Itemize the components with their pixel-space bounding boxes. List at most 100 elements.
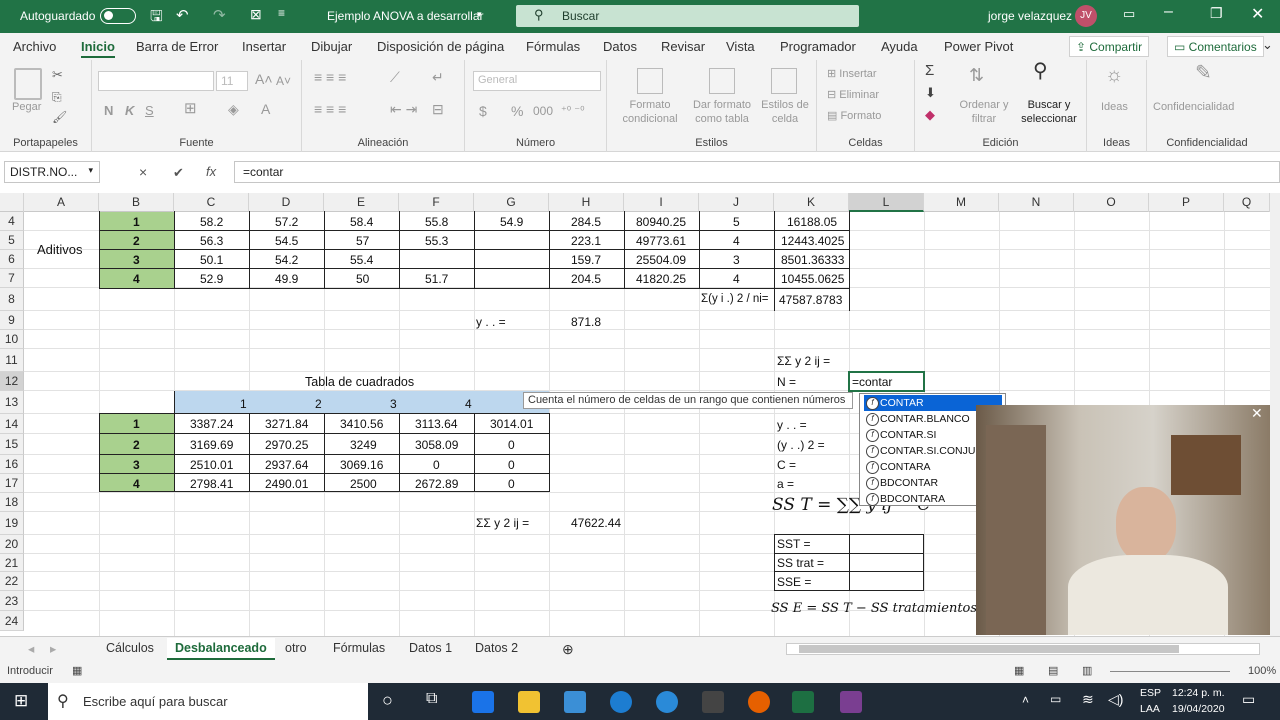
orientation-icon[interactable]: ⟋ [390,70,400,84]
cell-styles-icon[interactable] [771,68,797,94]
align-top-icon[interactable]: ≡ ≡ ≡ [314,70,346,84]
autosave-toggle[interactable] [100,8,136,24]
sheet-tab[interactable]: Cálculos [106,641,154,655]
sheet-tab[interactable]: Datos 1 [409,641,452,655]
paste-label[interactable]: Pegar [12,100,41,114]
add-sheet-button[interactable]: ⊕ [562,641,574,658]
underline-button[interactable]: S [145,104,154,118]
indent-icon[interactable]: ⇤ ⇥ [390,102,417,116]
prev-sheet-icon[interactable]: ◂ [28,641,34,656]
active-cell[interactable]: =contar [848,371,925,392]
name-box[interactable]: DISTR.NO... ▾ [4,161,100,183]
file-explorer-icon[interactable] [518,691,540,713]
row-header[interactable]: 20 [0,535,24,554]
row-header[interactable]: 13 [0,391,24,414]
active-cell-input[interactable]: =contar [852,375,892,389]
cut-icon[interactable]: ✂ [52,68,63,82]
row-header[interactable]: 8 [0,288,24,311]
minimize-icon[interactable]: – [1164,3,1173,21]
tab-vista[interactable]: Vista [726,39,755,54]
close-icon[interactable]: ✕ [1251,4,1264,24]
document-title[interactable]: Ejemplo ANOVA a desarrollar [327,9,484,23]
tab-ayuda[interactable]: Ayuda [881,39,918,54]
sensitivity-icon[interactable]: ✎ [1195,63,1212,83]
tab-disposicion[interactable]: Disposición de página [377,39,504,54]
search-icon[interactable]: ⚲ [1033,61,1048,81]
firefox-icon[interactable] [748,691,770,713]
insert-button[interactable]: ⊞ Insertar [827,67,877,81]
fill-color-icon[interactable]: ◈ [228,102,239,116]
tab-archivo[interactable]: Archivo [13,39,56,54]
tab-inicio[interactable]: Inicio [81,39,115,58]
row-header[interactable]: 23 [0,591,24,611]
tab-formulas[interactable]: Fórmulas [526,39,580,54]
col-header[interactable]: O [1074,193,1149,212]
row-header[interactable]: 5 [0,231,24,250]
excel-icon[interactable] [792,691,814,713]
col-header[interactable]: C [174,193,249,212]
dropbox-icon[interactable] [472,691,494,713]
col-header-active[interactable]: L [849,193,924,212]
col-header[interactable]: J [699,193,774,212]
ribbon-display-icon[interactable]: ▭ [1123,6,1135,22]
sheet-tab[interactable]: otro [285,641,307,655]
col-header[interactable]: Q [1224,193,1270,212]
bold-button[interactable]: N [104,104,113,118]
row-header[interactable]: 16 [0,455,24,474]
align-left-icon[interactable]: ≡ ≡ ≡ [314,102,346,116]
cancel-button[interactable]: × [139,164,147,180]
col-header[interactable]: F [399,193,474,212]
col-header[interactable]: A [24,193,99,212]
row-header[interactable]: 9 [0,311,24,330]
col-header[interactable]: P [1149,193,1224,212]
row-header[interactable]: 17 [0,474,24,493]
percent-icon[interactable]: % [511,104,523,118]
col-header[interactable]: G [474,193,549,212]
fill-icon[interactable]: ⬇ [925,86,936,100]
col-header[interactable]: D [249,193,324,212]
page-break-icon[interactable]: ▥ [1082,664,1092,677]
tab-power-pivot[interactable]: Power Pivot [944,39,1013,54]
row-header-active[interactable]: 12 [0,372,24,391]
tab-programador[interactable]: Programador [780,39,856,54]
row-header[interactable]: 10 [0,330,24,349]
copy-icon[interactable]: ⎘ [52,90,62,104]
customize-icon[interactable]: ⊠ [250,6,262,23]
ideas-icon[interactable]: ☼ [1105,65,1123,85]
zoom-level[interactable]: 100% [1248,665,1276,677]
comments-button[interactable]: ▭ Comentarios [1167,36,1264,57]
clock-time[interactable]: 12:24 p. m. [1172,687,1225,699]
search-box[interactable]: ⚲ Buscar [516,5,859,27]
conditional-format-label[interactable]: Formato condicional [615,98,685,126]
insert-function-button[interactable]: fx [206,164,216,179]
decimal-icon[interactable]: ⁺⁰ ⁻⁰ [561,104,585,118]
formula-input[interactable]: =contar [234,161,1280,183]
sheet-tab[interactable]: Datos 2 [475,641,518,655]
network-icon[interactable]: ▭ [1050,692,1061,706]
comma-icon[interactable]: 000 [533,104,553,118]
row-header[interactable]: 4 [0,212,24,231]
row-header[interactable]: 22 [0,572,24,591]
chevron-down-icon[interactable]: ▾ [477,9,482,20]
cortana-icon[interactable]: ○ [382,690,393,711]
clock-date[interactable]: 19/04/2020 [1172,703,1225,715]
find-select-label[interactable]: Buscar y seleccionar [1013,98,1085,126]
col-header[interactable]: I [624,193,699,212]
row-header[interactable]: 15 [0,434,24,455]
tab-revisar[interactable]: Revisar [661,39,705,54]
sheet-tab[interactable]: Fórmulas [333,641,385,655]
tab-insertar[interactable]: Insertar [242,39,286,54]
format-painter-icon[interactable]: 🖌 [52,110,67,124]
grow-font-icon[interactable]: A˄ [255,72,273,86]
row-header[interactable]: 24 [0,611,24,631]
col-header[interactable]: B [99,193,174,212]
conditional-format-icon[interactable] [637,68,663,94]
col-header[interactable]: N [999,193,1074,212]
col-header[interactable]: E [324,193,399,212]
number-format-box[interactable]: General [473,71,601,91]
delete-button[interactable]: ⊟ Eliminar [827,88,879,102]
volume-icon[interactable]: ◁) [1108,691,1123,708]
edge-icon[interactable] [610,691,632,713]
next-sheet-icon[interactable]: ▸ [50,641,56,656]
sort-filter-icon[interactable]: ⇅ [969,66,984,84]
